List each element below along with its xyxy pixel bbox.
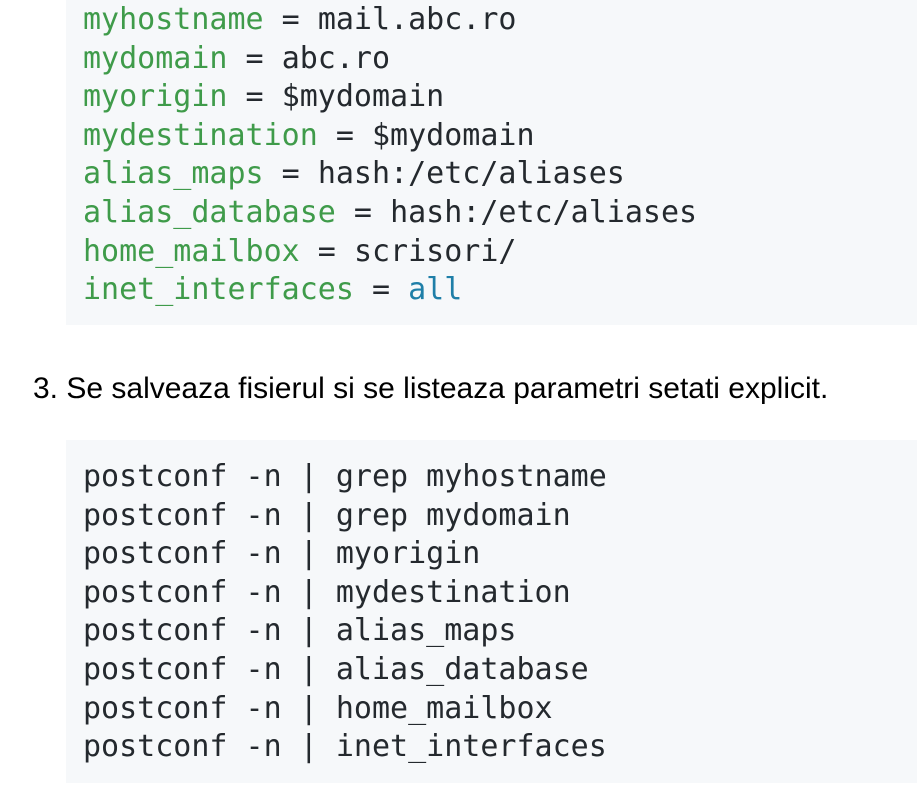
command-line: postconf -n | grep myhostname [83, 459, 607, 494]
config-key: alias_maps [83, 156, 264, 192]
command-line: postconf -n | mydestination [83, 574, 571, 610]
config-key: mydestination [83, 117, 318, 153]
config-key: myhostname [83, 2, 264, 37]
config-line-inet-interfaces: inet_interfaces = all [83, 271, 917, 310]
command-line: postconf -n | alias_maps [83, 613, 517, 649]
command-line: postconf -n | inet_interfaces [83, 729, 607, 765]
config-value: mail.abc.ro [317, 2, 517, 37]
config-line-myorigin: myorigin = $mydomain [83, 78, 917, 117]
step-instruction: 3. Se salveaza fisierul si se listeaza p… [33, 372, 829, 405]
command-line: postconf -n | myorigin [83, 536, 481, 572]
config-line-alias-maps: alias_maps = hash:/etc/aliases [83, 155, 917, 194]
config-key: myorigin [83, 79, 228, 115]
config-value: hash:/etc/aliases [390, 194, 698, 230]
commands-code-block: postconf -n | grep myhostname postconf -… [66, 440, 917, 783]
config-operator: = [317, 117, 372, 153]
config-operator: = [353, 272, 409, 308]
config-value: hash:/etc/aliases [317, 156, 625, 192]
config-value: $mydomain [281, 79, 445, 115]
config-value-keyword: all [408, 272, 463, 308]
config-key: alias_database [83, 194, 336, 230]
config-line-home-mailbox: home_mailbox = scrisori/ [83, 233, 917, 272]
config-operator: = [227, 40, 282, 76]
config-key: mydomain [83, 40, 228, 76]
config-operator: = [335, 194, 391, 230]
config-key: home_mailbox [83, 233, 300, 269]
config-operator: = [227, 79, 282, 115]
config-line-alias-database: alias_database = hash:/etc/aliases [83, 194, 917, 233]
config-operator: = [263, 2, 318, 37]
config-operator: = [299, 233, 354, 269]
config-key: inet_interfaces [83, 272, 354, 308]
command-line: postconf -n | grep mydomain [83, 497, 571, 533]
config-line-myhostname: myhostname = mail.abc.ro [83, 1, 917, 40]
config-value: $mydomain [372, 117, 535, 153]
config-line-mydestination: mydestination = $mydomain [83, 117, 917, 156]
command-line: postconf -n | alias_database [83, 651, 589, 687]
config-value: scrisori/ [353, 233, 517, 269]
command-line: postconf -n | home_mailbox [83, 690, 553, 726]
config-value: abc.ro [281, 40, 391, 76]
config-line-mydomain: mydomain = abc.ro [83, 40, 917, 79]
config-code-block: myhostname = mail.abc.ro mydomain = abc.… [66, 0, 917, 325]
config-operator: = [263, 156, 318, 192]
